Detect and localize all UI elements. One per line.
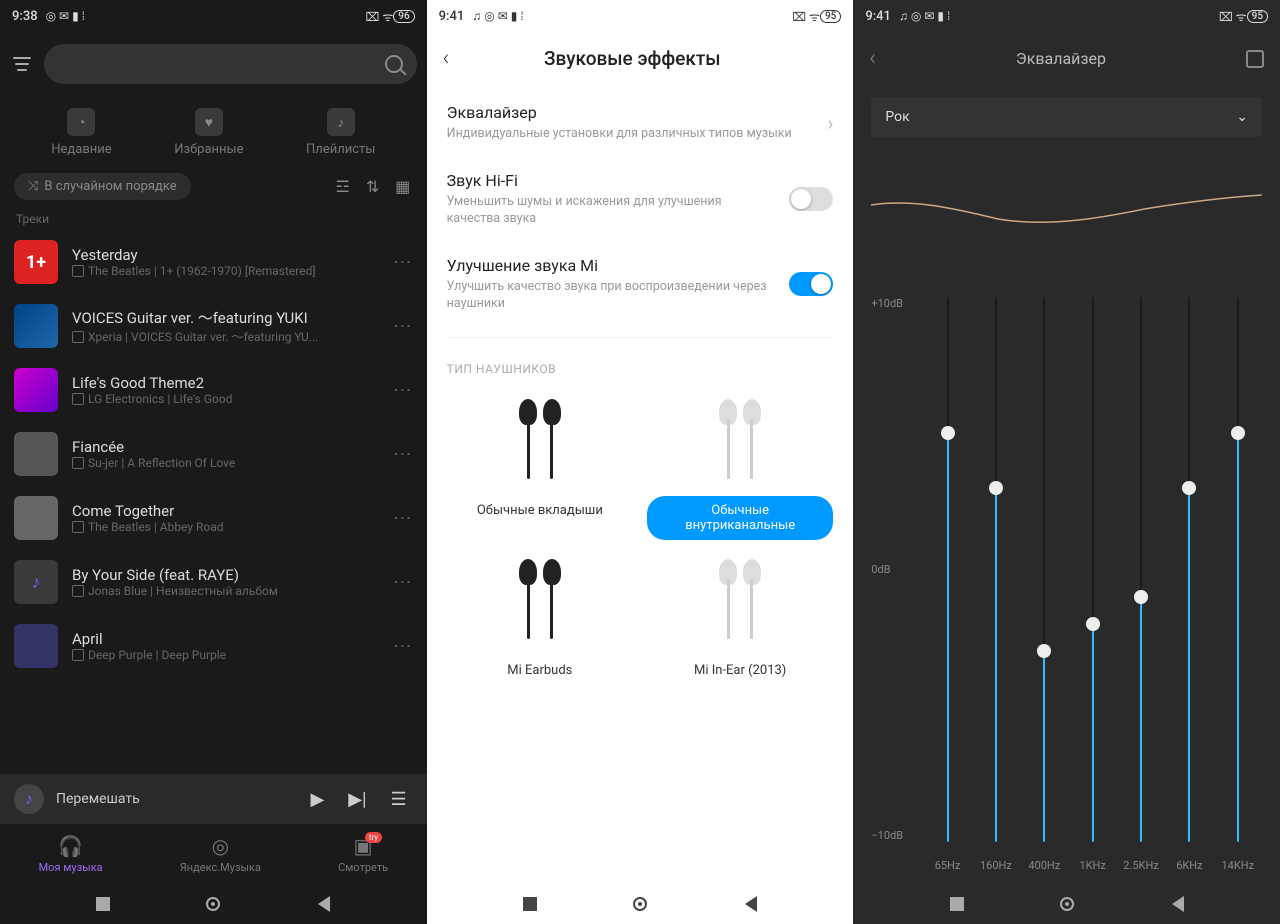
track-row[interactable]: VOICES Guitar ver. ～featuring YUKIXperia…	[0, 294, 427, 358]
more-icon[interactable]: ⋮	[392, 637, 413, 655]
setting-equalizer[interactable]: ЭквалайзерИндивидуальные установки для р…	[427, 89, 854, 157]
more-icon[interactable]: ⋮	[392, 253, 413, 271]
toggle-mi-enhance[interactable]	[789, 272, 833, 296]
clock-icon: ◔	[67, 108, 95, 136]
equalizer-sliders: +10dB 0dB −10dB 65Hz160Hz400Hz1KHz2.5KHz…	[871, 297, 1262, 872]
recent-apps-button[interactable]	[96, 897, 110, 911]
more-icon[interactable]: ⋮	[392, 509, 413, 527]
category-playlists[interactable]: ♪Плейлисты	[306, 108, 375, 157]
search-input[interactable]	[44, 44, 417, 84]
home-button[interactable]	[1060, 897, 1074, 911]
section-headphone-type: ТИП НАУШНИКОВ	[427, 344, 854, 384]
back-button[interactable]	[316, 896, 330, 912]
page-title: Эквалайзер	[876, 49, 1246, 68]
next-icon[interactable]: ▶|	[342, 789, 372, 810]
eq-curve	[871, 157, 1262, 267]
now-playing-bar[interactable]: ♪ Перемешать ▶ ▶| ☰	[0, 774, 427, 824]
battery-level: 96	[393, 10, 414, 23]
category-recent[interactable]: ◔Недавние	[51, 108, 111, 157]
sort-icon[interactable]: ⇅	[363, 177, 383, 197]
headphone-option[interactable]: Обычные вкладыши	[447, 390, 633, 540]
nav-watch[interactable]: try▣Смотреть	[338, 834, 388, 874]
freq-label: 400Hz	[1020, 859, 1068, 872]
preset-dropdown[interactable]: Рок ⌄	[871, 97, 1262, 137]
eq-slider[interactable]	[1237, 297, 1239, 842]
more-icon[interactable]: ⋮	[392, 317, 413, 335]
track-row[interactable]: ♪By Your Side (feat. RAYE)Jonas Blue | Н…	[0, 550, 427, 614]
clock: 9:38	[12, 9, 38, 24]
clock: 9:41	[865, 9, 891, 24]
note-icon: ♪	[327, 108, 355, 136]
queue-icon[interactable]: ☰	[385, 789, 413, 810]
search-icon	[385, 55, 403, 73]
more-icon[interactable]: ⋮	[392, 381, 413, 399]
eq-slider[interactable]	[1043, 297, 1045, 842]
nav-yandex[interactable]: ◎Яндекс.Музыка	[180, 834, 261, 874]
track-row[interactable]: Come TogetherThe Beatles | Abbey Road⋮	[0, 486, 427, 550]
album-art	[14, 624, 58, 668]
recent-apps-button[interactable]	[523, 897, 537, 911]
album-art	[14, 432, 58, 476]
eq-slider[interactable]	[1140, 297, 1142, 842]
headphones-icon: 🎧	[58, 834, 83, 858]
recent-apps-button[interactable]	[950, 897, 964, 911]
eq-slider[interactable]	[995, 297, 997, 842]
now-playing-art: ♪	[14, 784, 44, 814]
track-row[interactable]: 1+YesterdayThe Beatles | 1+ (1962-1970) …	[0, 230, 427, 294]
battery-level: 95	[820, 10, 841, 23]
nav-my-music[interactable]: 🎧Моя музыка	[39, 834, 103, 874]
system-nav	[853, 884, 1280, 924]
section-tracks: Треки	[0, 208, 427, 230]
list-icon[interactable]: ☲	[333, 177, 353, 197]
home-button[interactable]	[633, 897, 647, 911]
freq-label: 2.5KHz	[1117, 859, 1165, 872]
track-row[interactable]: FiancéeSu-jer | A Reflection Of Love⋮	[0, 422, 427, 486]
track-row[interactable]: Life's Good Theme2LG Electronics | Life'…	[0, 358, 427, 422]
freq-label: 65Hz	[923, 859, 971, 872]
battery-level: 95	[1247, 10, 1268, 23]
setting-hifi[interactable]: Звук Hi-FiУменьшить шумы и искажения для…	[427, 157, 854, 242]
expand-icon[interactable]	[1246, 50, 1264, 68]
freq-label: 160Hz	[972, 859, 1020, 872]
status-bar: 9:41 ♫ ◎ ✉ ▮ ⁞ ⌧ ᯤ 95	[853, 0, 1280, 32]
freq-label: 6KHz	[1165, 859, 1213, 872]
more-icon[interactable]: ⋮	[392, 445, 413, 463]
page-title: Звуковые эффекты	[449, 47, 837, 70]
more-icon[interactable]: ⋮	[392, 573, 413, 591]
back-button[interactable]	[1170, 896, 1184, 912]
eq-slider[interactable]	[1092, 297, 1094, 842]
track-row[interactable]: AprilDeep Purple | Deep Purple⋮	[0, 614, 427, 678]
headphone-option[interactable]: Mi In-Ear (2013)	[647, 550, 833, 685]
play-icon[interactable]: ▶	[304, 789, 330, 810]
eq-slider[interactable]	[947, 297, 949, 842]
disc-icon: ◎	[212, 834, 229, 858]
home-button[interactable]	[206, 897, 220, 911]
shuffle-icon: ⤨	[28, 179, 38, 194]
grid-icon[interactable]: ▦	[393, 177, 413, 197]
album-art	[14, 496, 58, 540]
album-art	[14, 368, 58, 412]
freq-label: 14KHz	[1214, 859, 1262, 872]
system-nav	[0, 884, 427, 924]
status-bar: 9:38 ◎ ✉ ▮ ⁞ ⌧ ᯤ 96	[0, 0, 427, 32]
freq-label: 1KHz	[1068, 859, 1116, 872]
headphone-option[interactable]: Mi Earbuds	[447, 550, 633, 685]
filter-icon[interactable]	[10, 52, 34, 76]
album-art: 1+	[14, 240, 58, 284]
chevron-right-icon: ›	[827, 111, 833, 135]
category-favorites[interactable]: ♥Избранные	[174, 108, 243, 157]
eq-slider[interactable]	[1188, 297, 1190, 842]
status-bar: 9:41 ♫ ◎ ✉ ▮ ⁞ ⌧ ᯤ 95	[427, 0, 854, 32]
back-button[interactable]	[743, 896, 757, 912]
toggle-hifi[interactable]	[789, 187, 833, 211]
shuffle-chip[interactable]: ⤨В случайном порядке	[14, 173, 191, 200]
headphone-option[interactable]: Обычные внутриканальные	[647, 390, 833, 540]
system-nav	[427, 884, 854, 924]
chevron-down-icon: ⌄	[1236, 109, 1248, 125]
heart-icon: ♥	[195, 108, 223, 136]
album-art	[14, 304, 58, 348]
setting-mi-enhance[interactable]: Улучшение звука MiУлучшить качество звук…	[427, 242, 854, 327]
album-art: ♪	[14, 560, 58, 604]
clock: 9:41	[439, 9, 465, 24]
